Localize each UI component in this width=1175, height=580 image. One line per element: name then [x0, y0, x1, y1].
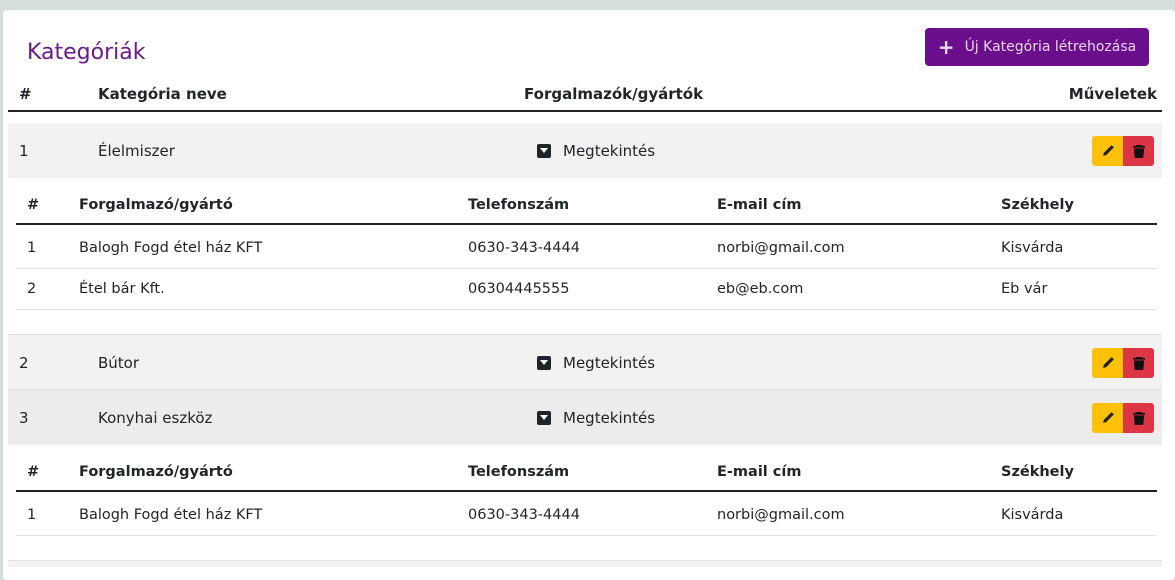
- view-distributors-toggle[interactable]: Megtekintés: [537, 409, 655, 427]
- sub-header-index: #: [27, 197, 40, 213]
- distributor-phone: 06304445555: [468, 281, 570, 297]
- header-category-name: Kategória neve: [98, 85, 227, 103]
- delete-button[interactable]: [1123, 135, 1154, 166]
- distributor-name: Étel bár Kft.: [79, 281, 165, 297]
- distributor-index: 2: [27, 281, 37, 297]
- table-row: 2 Bútor Megtekintés: [8, 335, 1162, 390]
- row-actions: [1092, 402, 1154, 433]
- sub-header-distributor: Forgalmazó/gyártó: [79, 464, 233, 480]
- distributor-row: 1 Balogh Fogd étel ház KFT 0630-343-4444…: [16, 495, 1157, 536]
- sub-header-seat: Székhely: [1001, 464, 1074, 480]
- distributor-index: 1: [27, 507, 37, 523]
- new-category-button-label: Új Kategória létrehozása: [964, 39, 1137, 55]
- sub-header-email: E-mail cím: [717, 464, 802, 480]
- row-category-name: Bútor: [98, 353, 140, 372]
- distributor-row: 2 Étel bár Kft. 06304445555 eb@eb.com Eb…: [16, 269, 1157, 310]
- edit-button[interactable]: [1092, 347, 1123, 378]
- trash-icon: [1132, 411, 1145, 425]
- header-actions: Műveletek: [1068, 85, 1157, 103]
- plus-icon: +: [937, 35, 955, 59]
- page-title: Kategóriák: [27, 40, 146, 65]
- view-toggle-label: Megtekintés: [563, 353, 656, 372]
- delete-button[interactable]: [1123, 347, 1154, 378]
- distributor-email: norbi@gmail.com: [717, 507, 845, 523]
- row-index: 2: [19, 353, 29, 372]
- view-distributors-toggle[interactable]: Megtekintés: [537, 354, 655, 372]
- edit-button[interactable]: [1092, 135, 1123, 166]
- distributor-email: norbi@gmail.com: [717, 240, 845, 256]
- distributor-seat: Kisvárda: [1001, 507, 1064, 523]
- distributor-seat: Kisvárda: [1001, 240, 1064, 256]
- row-actions: [1092, 135, 1154, 166]
- categories-table-header: # Kategória neve Forgalmazók/gyártók Műv…: [8, 78, 1162, 112]
- sub-header-index: #: [27, 464, 40, 480]
- view-distributors-toggle[interactable]: Megtekintés: [537, 142, 655, 160]
- trash-icon: [1132, 356, 1145, 370]
- edit-button[interactable]: [1092, 402, 1123, 433]
- pencil-icon: [1102, 356, 1114, 368]
- distributor-row: 1 Balogh Fogd étel ház KFT 0630-343-4444…: [16, 228, 1157, 269]
- row-index: 3: [19, 408, 29, 427]
- distributor-name: Balogh Fogd étel ház KFT: [79, 507, 263, 523]
- view-toggle-label: Megtekintés: [563, 408, 656, 427]
- table-row: 1 Élelmiszer Megtekintés: [8, 123, 1162, 178]
- distributor-email: eb@eb.com: [717, 281, 804, 297]
- caret-down-icon: [537, 410, 551, 425]
- delete-button[interactable]: [1123, 402, 1154, 433]
- view-toggle-label: Megtekintés: [563, 141, 656, 160]
- row-index: 1: [19, 141, 29, 160]
- caret-down-icon: [537, 355, 551, 370]
- distributor-name: Balogh Fogd étel ház KFT: [79, 240, 263, 256]
- sub-header-seat: Székhely: [1001, 197, 1074, 213]
- sub-header-email: E-mail cím: [717, 197, 802, 213]
- sub-header-phone: Telefonszám: [468, 197, 570, 213]
- table-row: [8, 561, 1162, 567]
- distributor-phone: 0630-343-4444: [468, 240, 580, 256]
- trash-icon: [1132, 144, 1145, 158]
- new-category-button[interactable]: + Új Kategória létrehozása: [925, 28, 1149, 66]
- row-category-name: Konyhai eszköz: [98, 408, 213, 427]
- table-row: 3 Konyhai eszköz Megtekintés: [8, 390, 1162, 445]
- header-distributors: Forgalmazók/gyártók: [524, 85, 704, 103]
- distributor-phone: 0630-343-4444: [468, 507, 580, 523]
- distributor-seat: Eb vár: [1001, 281, 1048, 297]
- header-index: #: [19, 85, 32, 103]
- caret-down-icon: [537, 143, 551, 158]
- row-actions: [1092, 347, 1154, 378]
- sub-header-distributor: Forgalmazó/gyártó: [79, 197, 233, 213]
- distributor-index: 1: [27, 240, 37, 256]
- row-category-name: Élelmiszer: [98, 141, 175, 160]
- pencil-icon: [1102, 411, 1114, 423]
- distributors-table-header: # Forgalmazó/gyártó Telefonszám E-mail c…: [16, 454, 1157, 492]
- distributors-table-header: # Forgalmazó/gyártó Telefonszám E-mail c…: [16, 187, 1157, 225]
- sub-header-phone: Telefonszám: [468, 464, 570, 480]
- pencil-icon: [1102, 144, 1114, 156]
